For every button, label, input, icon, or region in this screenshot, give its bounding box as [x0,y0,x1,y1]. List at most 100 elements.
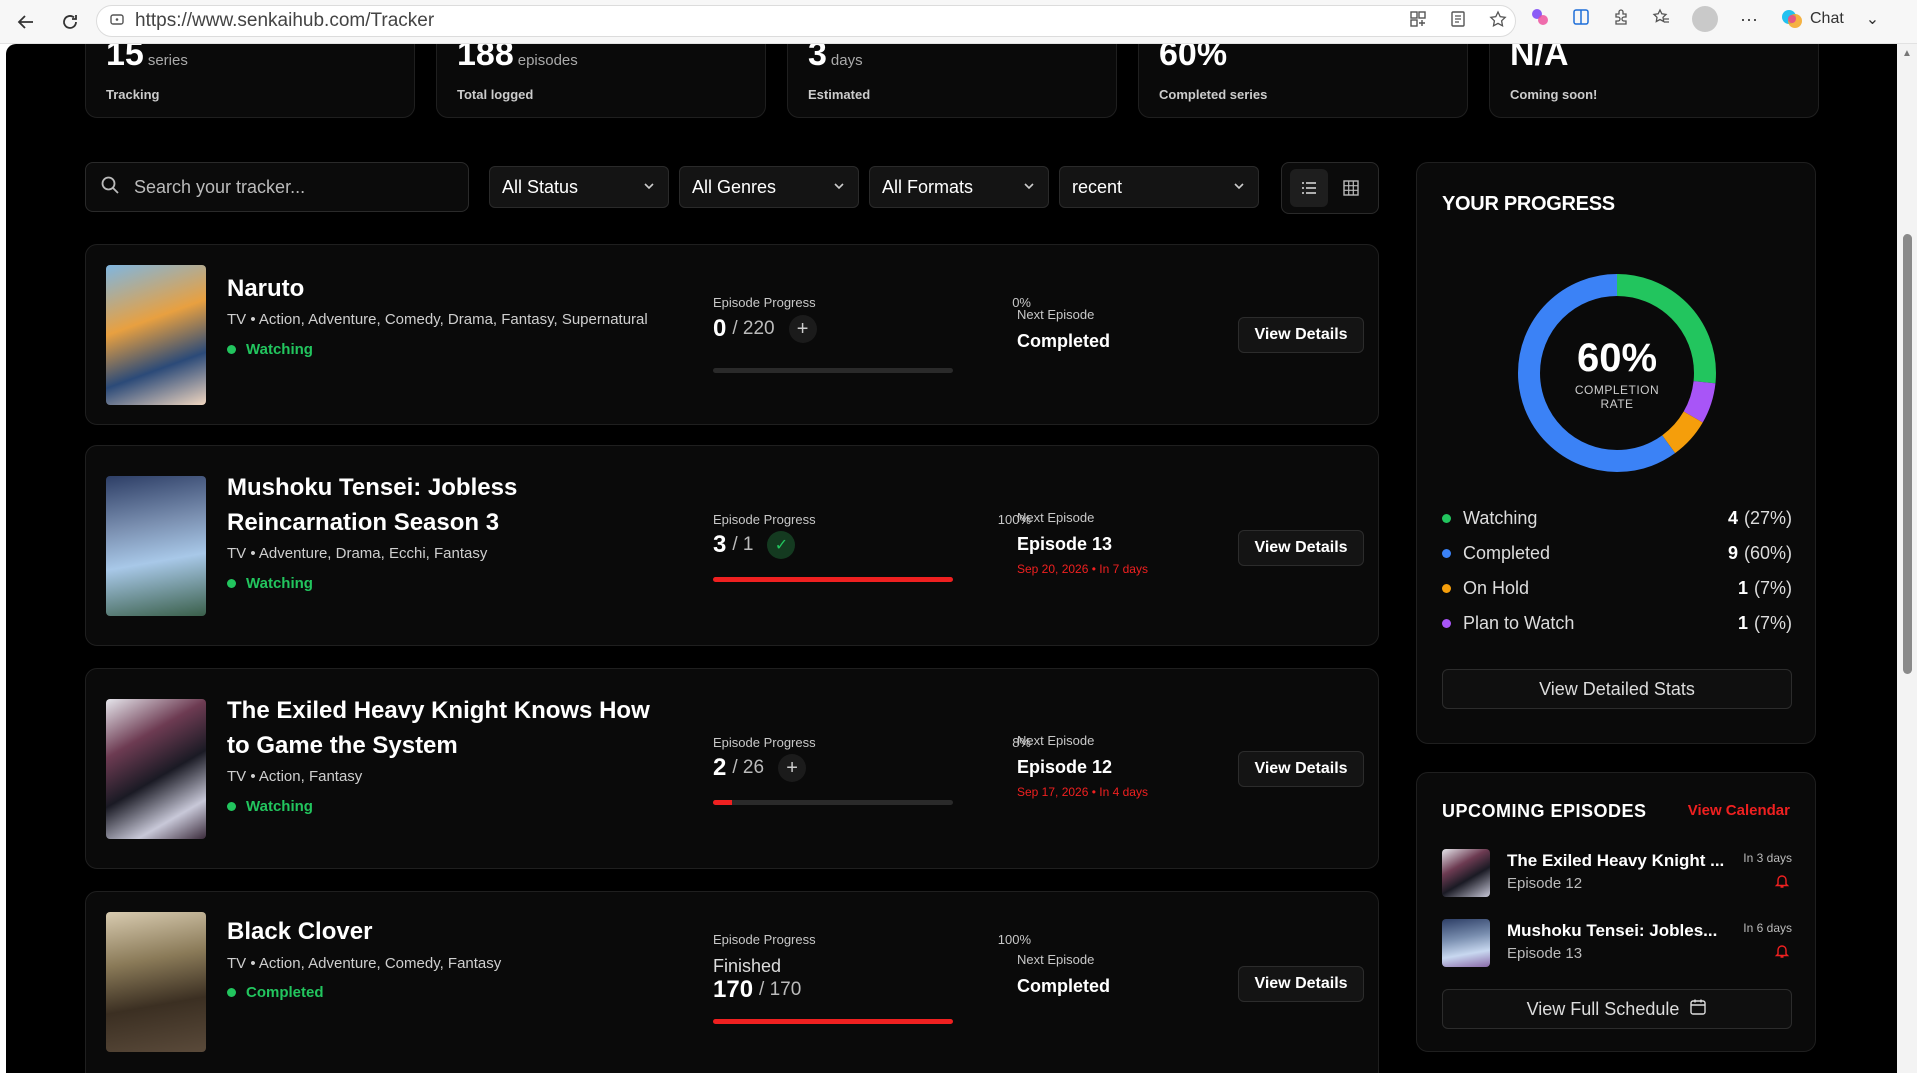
status-label: Watching [246,341,313,358]
legend-count: 9 [1727,543,1738,563]
status-dot-icon [227,988,236,997]
anime-meta: TV • Action, Adventure, Comedy, Drama, F… [227,311,648,328]
status-dot-icon [227,579,236,588]
episodes-total: / 26 [732,757,765,778]
next-episode-date: Sep 17, 2026 • In 4 days [1017,785,1148,799]
app-available-icon[interactable] [1409,10,1427,33]
next-episode-value: Completed [1017,976,1111,996]
view-calendar-link[interactable]: View Calendar [1688,802,1790,819]
progress-title: YOUR PROGRESS [1442,193,1615,215]
more-menu-icon[interactable]: ··· [1740,9,1758,30]
legend-label: Watching [1463,508,1538,528]
anime-cover-image[interactable] [106,912,206,1052]
episodes-watched: 170 [713,976,754,1003]
status-dot-icon [227,802,236,811]
chevron-down-icon [1232,177,1246,198]
finished-label: Finished [713,956,782,976]
episodes-watched: 0 [713,315,727,342]
search-box[interactable] [85,162,469,212]
upcoming-item[interactable]: Mushoku Tensei: Jobles... Episode 13 In … [1442,919,1792,971]
view-details-button[interactable]: View Details [1238,317,1364,353]
episodes-total: / 1 [732,534,754,555]
chevron-down-icon [1022,177,1036,198]
copilot-icon[interactable] [1530,7,1550,32]
view-full-schedule-button[interactable]: View Full Schedule [1442,989,1792,1029]
legend-percent: (7%) [1753,578,1792,598]
bell-icon[interactable] [1774,873,1790,894]
formats-select-value: All Formats [882,176,974,197]
profile-avatar-icon[interactable] [1692,6,1718,32]
view-details-button[interactable]: View Details [1238,751,1364,787]
chevron-down-icon [832,177,846,198]
anime-cover-image[interactable] [106,476,206,616]
chat-button[interactable]: Chat [1780,7,1844,31]
view-detailed-stats-button[interactable]: View Detailed Stats [1442,669,1792,709]
extensions-icon[interactable] [1612,8,1630,31]
formats-select[interactable]: All Formats [869,166,1049,208]
stat-label: Total logged [457,87,534,102]
sort-select[interactable]: recent [1059,166,1259,208]
status-label: Watching [246,798,313,815]
chat-label: Chat [1809,10,1844,27]
genres-select[interactable]: All Genres [679,166,859,208]
progress-label: Episode Progress [713,295,816,310]
view-toggle [1281,162,1379,214]
next-episode-value: Episode 12 [1017,757,1113,777]
site-info-icon[interactable] [109,11,125,32]
next-episode-value: Episode 13 [1017,534,1113,554]
status-select[interactable]: All Status [489,166,669,208]
favorites-icon[interactable] [1652,7,1670,31]
list-view-icon[interactable] [1290,169,1328,207]
anime-card-exiled-heavy-knight: The Exiled Heavy Knight Knows How to Gam… [85,668,1379,869]
address-bar[interactable]: https://www.senkaihub.com/Tracker [96,5,1516,37]
chevron-down-icon[interactable]: ⌄ [1866,9,1879,29]
legend-row-watching: Watching 4 (27%) [1442,508,1792,529]
status-label: Watching [246,575,313,592]
scrollbar-thumb[interactable] [1903,234,1912,674]
stat-unit: episodes [517,52,578,69]
favorite-star-icon[interactable] [1489,10,1507,33]
view-details-button[interactable]: View Details [1238,530,1364,566]
search-input[interactable] [134,176,454,198]
reader-mode-icon[interactable] [1449,10,1467,33]
upcoming-episode: Episode 12 [1507,875,1583,892]
scroll-up-icon[interactable]: ▲ [1902,48,1912,59]
bell-icon[interactable] [1774,943,1790,964]
plus-icon[interactable]: + [788,315,817,343]
anime-title[interactable]: Black Clover [227,914,677,949]
anime-title[interactable]: Mushoku Tensei: Jobless Reincarnation Se… [227,470,677,540]
upcoming-item[interactable]: The Exiled Heavy Knight ... Episode 12 I… [1442,849,1792,901]
progress-percent: 100% [997,932,1031,947]
progress-bar [713,368,953,373]
progress-label: Episode Progress [713,932,816,947]
anime-title[interactable]: Naruto [227,271,677,306]
stat-label: Coming soon! [1510,87,1598,102]
next-episode-label: Next Episode [1017,733,1095,748]
page-scrollbar[interactable]: ▲ [1897,44,1917,1073]
stat-value: 3 days [808,44,863,73]
status-select-value: All Status [502,176,579,197]
status-badge: Completed [227,984,324,1001]
legend-row-completed: Completed 9 (60%) [1442,543,1792,564]
view-details-button[interactable]: View Details [1238,966,1364,1002]
status-label: Completed [246,984,324,1001]
plus-icon[interactable]: + [778,754,807,782]
anime-title[interactable]: The Exiled Heavy Knight Knows How to Gam… [227,693,677,763]
url-text[interactable]: https://www.senkaihub.com/Tracker [135,10,434,32]
stat-value: 15 series [106,44,188,73]
anime-cover-image[interactable] [106,265,206,405]
back-icon[interactable] [8,4,44,40]
legend-dot-icon [1442,514,1451,523]
anime-cover-image[interactable] [106,699,206,839]
split-screen-icon[interactable] [1572,8,1590,31]
upcoming-title: UPCOMING EPISODES [1442,801,1647,821]
grid-view-icon[interactable] [1332,169,1370,207]
progress-percent: 0% [1012,295,1031,310]
reload-icon[interactable] [52,4,88,40]
anime-meta: TV • Action, Fantasy [227,768,363,785]
episodes-watched: 2 [713,754,727,781]
check-icon[interactable]: ✓ [767,531,796,559]
tracker-page: 15 series Tracking 188 episodes Total logg… [6,44,1897,1073]
stat-label: Tracking [106,87,160,102]
legend-label: On Hold [1463,578,1530,598]
